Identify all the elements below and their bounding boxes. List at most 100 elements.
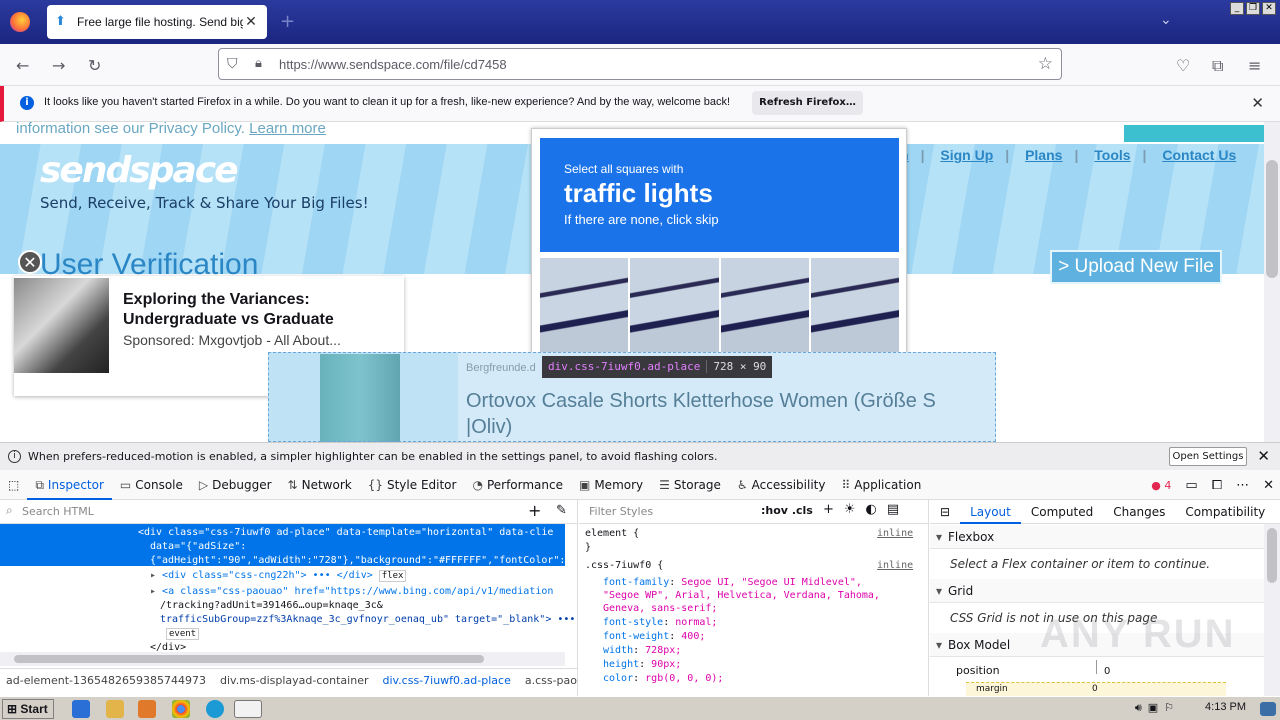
media-player-icon[interactable] (138, 700, 156, 718)
box-margin-value[interactable]: 0 (1092, 684, 1098, 694)
close-notification-icon[interactable]: ✕ (1251, 94, 1264, 112)
markup-line[interactable]: <div class="css-7iuwf0 ad-place" data-te… (138, 527, 553, 538)
markup-line[interactable]: /tracking?adUnit=391466…oup=knaqe_3c& (160, 600, 383, 611)
css-declaration[interactable]: font-family: Segoe UI, "Segoe UI Midleve… (603, 576, 903, 615)
captcha-tile[interactable] (810, 258, 899, 358)
css-declaration[interactable]: font-weight: 400; (603, 631, 705, 642)
box-position-value[interactable]: 0 (1104, 666, 1110, 677)
tab-network[interactable]: ⇅ Network (280, 470, 360, 500)
hov-toggle[interactable]: :hov .cls (761, 504, 813, 517)
show-desktop-icon[interactable] (1260, 702, 1276, 716)
rule-source[interactable]: inline (877, 528, 913, 539)
error-count-badge[interactable]: ● 4 (1151, 479, 1171, 492)
close-tab-icon[interactable]: ✕ (243, 14, 259, 30)
css-declaration[interactable]: height: 90px; (603, 659, 681, 670)
dock-icon[interactable]: ⧠ (1212, 478, 1222, 493)
markup-line[interactable]: ▸ <div class="css-cng22h"> ••• </div> fl… (150, 570, 407, 582)
nav-link-signup[interactable]: Sign Up (940, 147, 993, 163)
markup-line[interactable]: ▸ <a class="css-paouao" href="https://ww… (150, 586, 553, 597)
captcha-tile[interactable] (540, 258, 629, 358)
more-options-icon[interactable]: ⋯ (1236, 478, 1249, 493)
grid-section[interactable]: Grid (930, 579, 1265, 603)
breadcrumb-item[interactable]: a.css-paouao (525, 674, 578, 687)
search-html-input[interactable]: Search HTML (22, 505, 94, 518)
tab-style-editor[interactable]: {} Style Editor (360, 470, 465, 500)
bookmark-star-icon[interactable]: ☆ (1038, 54, 1053, 74)
refresh-firefox-button[interactable]: Refresh Firefox… (752, 91, 863, 115)
chrome-icon[interactable] (172, 700, 190, 718)
nav-link-plans[interactable]: Plans (1025, 147, 1062, 163)
list-tabs-icon[interactable]: ⌄ (1160, 12, 1172, 28)
responsive-mode-icon[interactable]: ▭ (1185, 478, 1197, 493)
tab-storage[interactable]: ☰ Storage (651, 470, 729, 500)
tab-memory[interactable]: ▣ Memory (571, 470, 651, 500)
flexbox-section[interactable]: Flexbox (930, 525, 1265, 549)
breadcrumb-item[interactable]: div.ms-displayad-container (220, 674, 368, 687)
captcha-tile[interactable] (630, 258, 719, 358)
explorer-icon[interactable] (106, 700, 124, 718)
forward-icon[interactable]: → (52, 56, 65, 75)
tab-layout[interactable]: Layout (960, 500, 1021, 524)
pocket-icon[interactable]: ♡ (1176, 56, 1190, 75)
css-declaration[interactable]: font-style: normal; (603, 617, 717, 628)
back-icon[interactable]: ← (16, 56, 29, 75)
open-settings-button[interactable]: Open Settings (1169, 447, 1247, 466)
selected-node[interactable]: <div class="css-7iuwf0 ad-place" data-te… (0, 524, 565, 566)
tab-inspector[interactable]: ⧉ Inspector (27, 470, 112, 500)
rules-tools-icons[interactable]: +☀◐▤ (823, 502, 909, 517)
markup-line[interactable]: {"adHeight":"90","adWidth":"728"},"backg… (150, 555, 565, 566)
add-node-icon[interactable]: + (528, 501, 541, 520)
nav-link-contact[interactable]: Contact Us (1162, 147, 1236, 163)
shield-icon[interactable]: ⛉ (227, 56, 238, 72)
new-tab-icon[interactable]: + (280, 11, 295, 32)
tab-application[interactable]: ⠿ Application (833, 470, 929, 500)
css-declaration[interactable]: color: rgb(0, 0, 0); (603, 673, 723, 684)
css-declaration[interactable]: width: 728px; (603, 645, 681, 656)
browser-tab[interactable]: ⬆ Free large file hosting. Send big fil … (47, 5, 267, 39)
menu-icon[interactable]: ≡ (1248, 56, 1261, 75)
url-text[interactable]: https://www.sendspace.com/file/cd7458 (279, 57, 507, 72)
ad-image[interactable] (14, 278, 109, 373)
tab-compatibility[interactable]: Compatibility (1175, 500, 1275, 524)
close-window-icon[interactable]: ✕ (1262, 2, 1276, 15)
url-bar[interactable]: ⛉ 🔒︎ https://www.sendspace.com/file/cd74… (218, 48, 1062, 80)
edge-icon[interactable] (206, 700, 224, 718)
rule-source[interactable]: inline (877, 560, 913, 571)
markup-hscrollbar[interactable] (0, 652, 565, 666)
breadcrumb-item[interactable]: div.css-7iuwf0.ad-place (382, 674, 510, 687)
filter-styles-input[interactable]: Filter Styles (589, 505, 653, 518)
markup-line[interactable]: trafficSubGroup=zzf%3Aknaqe_3c_gvfnoyr_o… (160, 614, 575, 625)
tab-accessibility[interactable]: ♿︎ Accessibility (729, 470, 834, 500)
close-notice-icon[interactable]: ✕ (1257, 447, 1270, 465)
tray-icons[interactable]: 🔊︎▣⚐ (1135, 701, 1180, 715)
element-picker-icon[interactable]: ⬚ (0, 470, 27, 500)
extensions-icon[interactable]: ⧉ (1212, 56, 1223, 76)
learn-more-link[interactable]: Learn more (249, 122, 326, 137)
reload-icon[interactable]: ↻ (88, 56, 101, 75)
breadcrumb-item[interactable]: ad-element-1365482659385744973 (6, 674, 206, 687)
ie-icon[interactable] (72, 700, 90, 718)
captcha-tile[interactable] (720, 258, 809, 358)
markup-line[interactable]: data="{"adSize": (150, 541, 246, 552)
ad-sponsor[interactable]: Sponsored: Mxgovtjob - All About... (123, 332, 341, 348)
tab-computed[interactable]: Computed (1021, 500, 1103, 524)
eyedropper-icon[interactable]: ✎ (556, 503, 567, 518)
close-ad-icon[interactable]: ✕ (18, 250, 42, 274)
start-button[interactable]: ⊞ Start (2, 699, 54, 719)
lock-icon[interactable]: 🔒︎ (255, 56, 262, 71)
close-devtools-icon[interactable]: ✕ (1263, 478, 1274, 493)
firefox-taskbar-button[interactable] (234, 700, 262, 718)
restore-icon[interactable]: ❐ (1246, 2, 1260, 15)
toggle-sidebar-icon[interactable]: ⊟ (930, 500, 960, 524)
nav-link-tools[interactable]: Tools (1094, 147, 1130, 163)
ad-title[interactable]: Exploring the Variances: Undergraduate v… (123, 290, 393, 330)
page-scrollbar[interactable] (1264, 122, 1280, 442)
tab-performance[interactable]: ◔ Performance (464, 470, 571, 500)
event-badge[interactable]: event (166, 628, 200, 640)
tab-changes[interactable]: Changes (1103, 500, 1175, 524)
tab-console[interactable]: ▭ Console (112, 470, 191, 500)
minimize-icon[interactable]: _ (1230, 2, 1244, 15)
sendspace-logo[interactable]: sendspace (40, 150, 238, 191)
firefox-icon[interactable] (10, 12, 30, 32)
tab-debugger[interactable]: ▷ Debugger (191, 470, 280, 500)
